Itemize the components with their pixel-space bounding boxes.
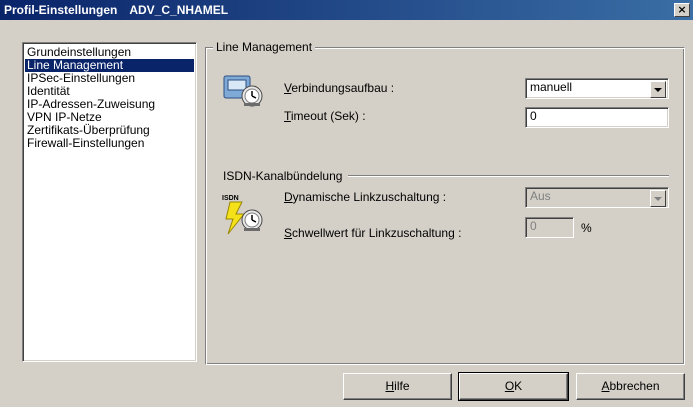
threshold-label: Schwellwert für Linkzuschaltung : bbox=[284, 226, 462, 240]
cancel-button[interactable]: Abbrechen bbox=[576, 373, 685, 400]
connection-dropdown-button[interactable] bbox=[650, 81, 666, 98]
threshold-input[interactable]: 0 bbox=[525, 217, 574, 238]
dynamic-link-select[interactable]: Aus bbox=[525, 187, 669, 208]
isdn-lightning-clock-icon: ISDN bbox=[222, 192, 268, 239]
threshold-unit: % bbox=[581, 221, 592, 235]
profile-name: ADV_C_NHAMEL bbox=[129, 3, 229, 17]
timeout-label: Timeout (Sek) : bbox=[284, 109, 366, 123]
connection-label: Verbindungsaufbau : bbox=[284, 81, 395, 95]
isdn-icon-text: ISDN bbox=[222, 195, 239, 202]
timeout-input[interactable]: 0 bbox=[525, 107, 669, 128]
dynamic-link-dropdown-button[interactable] bbox=[650, 190, 666, 207]
threshold-input-value: 0 bbox=[530, 219, 537, 233]
chevron-down-icon bbox=[654, 87, 662, 92]
dynamic-link-select-value: Aus bbox=[530, 189, 551, 203]
panel-title: Line Management bbox=[213, 40, 316, 54]
timeout-input-value: 0 bbox=[530, 109, 537, 123]
window-title: Profil-Einstellungen bbox=[4, 3, 118, 17]
ok-button[interactable]: OK bbox=[458, 372, 569, 401]
settings-nav-list[interactable]: Grundeinstellungen Line Management IPSec… bbox=[22, 42, 197, 362]
nav-item-firewall-einstellungen[interactable]: Firewall-Einstellungen bbox=[25, 137, 194, 150]
close-icon: × bbox=[677, 3, 687, 16]
connection-select-value: manuell bbox=[530, 80, 573, 94]
title-bar: Profil-Einstellungen ADV_C_NHAMEL × bbox=[0, 0, 693, 20]
phone-clock-icon bbox=[222, 72, 266, 111]
close-button[interactable]: × bbox=[674, 3, 690, 17]
chevron-down-icon bbox=[654, 196, 662, 201]
help-button[interactable]: Hilfe bbox=[343, 373, 452, 400]
isdn-group-title: ISDN-Kanalbündelung bbox=[223, 169, 349, 183]
dynamic-link-label: Dynamische Linkzuschaltung : bbox=[284, 190, 447, 204]
connection-select[interactable]: manuell bbox=[525, 78, 669, 99]
